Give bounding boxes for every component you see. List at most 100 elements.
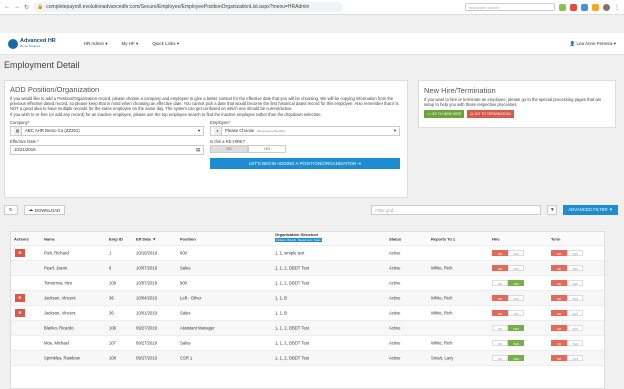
hire-toggle-yes[interactable]: YES [508, 265, 524, 271]
term-toggle-yes[interactable]: YES [567, 280, 583, 286]
cell-emp-id: 107 [109, 340, 116, 346]
hire-toggle-yes[interactable]: YES [508, 325, 524, 331]
cell-emp-id: 106 [109, 325, 116, 331]
hire-toggle-no[interactable]: NO [492, 325, 508, 331]
hire-toggle-no[interactable]: NO [492, 310, 508, 316]
reload-icon[interactable]: ↻ [24, 4, 29, 11]
hire-toggle: NO YES [492, 355, 524, 361]
hire-toggle-no[interactable]: NO [492, 295, 508, 301]
header-position[interactable]: Position [180, 236, 196, 241]
address-bar[interactable]: 🔒 completepayroll.evolutionadvancedhr.co… [33, 2, 344, 12]
hire-toggle-yes[interactable]: YES [508, 280, 524, 286]
app-logo[interactable]: Advanced HR Demo Tenance [8, 38, 56, 49]
cell-status: Active [389, 280, 401, 286]
hire-toggle-yes[interactable]: YES [508, 250, 524, 256]
term-toggle-yes[interactable]: YES [567, 265, 583, 271]
company-select[interactable]: ▦ ABC AHR Demo Co (ZZ201) ▾ [10, 125, 204, 136]
row-action-button[interactable]: R [15, 294, 25, 302]
hire-toggle-yes[interactable]: YES [508, 310, 524, 316]
term-toggle-yes[interactable]: YES [567, 310, 583, 316]
header-org[interactable]: Organization Structure Division, Branch, … [275, 232, 322, 242]
more-menu-icon[interactable]: ⋮ [614, 4, 620, 11]
rehire-no-toggle[interactable]: NO [210, 144, 248, 153]
hire-toggle-no[interactable]: NO [492, 265, 508, 271]
employee-select[interactable]: ● Please Choose (Represents BLANK) ▾ [210, 125, 400, 136]
cell-reports-to: Smart, Lacy [431, 355, 454, 361]
back-icon[interactable]: ← [4, 4, 10, 10]
cell-org: 1, 1, 2, DBDT Test [275, 265, 310, 271]
cell-name: Fish, Richard [44, 250, 69, 256]
hire-toggle-yes[interactable]: YES [508, 355, 524, 361]
term-toggle-no[interactable]: NO [551, 295, 567, 301]
filter-icon[interactable]: ▼ [547, 205, 558, 215]
extension-icon[interactable] [559, 3, 566, 11]
new-hire-button[interactable]: ☺ GO TO NEW HIRE [424, 110, 465, 119]
hire-toggle-no[interactable]: NO [492, 340, 508, 346]
header-status[interactable]: Status [389, 236, 401, 241]
refresh-button[interactable]: ↻ [4, 205, 18, 215]
cell-emp-id: 36 [109, 310, 114, 316]
grid-filter-input[interactable]: Filter grid... [371, 205, 542, 215]
termination-button[interactable]: ☹ GO TO TERMINATION [467, 110, 514, 119]
header-hire: Hire [492, 236, 500, 241]
user-menu[interactable]: 👤 Lea Anne Ferreira ▾ [570, 41, 616, 47]
cell-emp-id: 1 [109, 250, 112, 256]
forward-icon[interactable]: → [14, 4, 20, 10]
cell-position: Assistant Manager [180, 325, 215, 331]
table-row[interactable]: Sprinkles, Rainbow 108 09/27/2019 CSR 1 1, 1… [11, 351, 604, 366]
term-toggle-no[interactable]: NO [551, 310, 567, 316]
cell-eff-date: 10/01/2019 [136, 310, 157, 316]
logo-subtitle: Demo Tenance [20, 44, 41, 48]
menu-quick-links[interactable]: Quick Links ▾ [152, 41, 179, 47]
term-toggle: NO YES [551, 295, 583, 301]
hire-toggle-yes[interactable]: YES [508, 340, 524, 346]
table-row[interactable]: Pearl, Jason 6 10/07/2019 Sales 1, 1, 2, DBD… [11, 261, 604, 276]
extension-icon[interactable] [581, 3, 588, 11]
header-eff-date[interactable]: Eff Date ▼ [136, 236, 156, 241]
header-name[interactable]: Name [44, 236, 55, 241]
hire-toggle-no[interactable]: NO [492, 250, 508, 256]
term-toggle-no[interactable]: NO [551, 250, 567, 256]
menu-my-hf[interactable]: My HF ▾ [122, 41, 139, 47]
table-row[interactable]: Blanko, Ricardo 106 09/27/2019 Assistant Ma… [11, 321, 604, 336]
rehire-label: Is this a RE-HIRE? [210, 138, 246, 144]
extension-icon[interactable] [592, 3, 599, 11]
term-toggle-yes[interactable]: YES [567, 355, 583, 361]
download-button[interactable]: ☁ DOWNLOAD [23, 205, 66, 215]
term-toggle-no[interactable]: NO [551, 265, 567, 271]
term-toggle-yes[interactable]: YES [567, 250, 583, 256]
begin-adding-button[interactable]: LET'S BEGIN ADDING A POSITION/ORGANIZATI… [210, 157, 400, 169]
effective-date-input[interactable]: 10/21/2019 ▤ [10, 144, 204, 155]
rehire-yes-toggle[interactable]: YES [248, 144, 286, 153]
table-row[interactable]: R Fish, Richard 1 10/10/2019 900 1, 1, simple… [11, 246, 604, 261]
calendar-icon[interactable]: ▤ [196, 147, 200, 153]
table-row[interactable]: R Jackson, Vincent 36 10/04/2019 Left - Othe… [11, 291, 604, 306]
employee-search-input[interactable]: employee search [465, 3, 555, 11]
extension-icon[interactable] [570, 3, 577, 11]
profile-avatar[interactable] [603, 3, 610, 11]
hire-toggle-no[interactable]: NO [492, 355, 508, 361]
term-toggle-yes[interactable]: YES [567, 340, 583, 346]
cell-eff-date: 10/04/2019 [136, 295, 157, 301]
hire-toggle: NO YES [492, 325, 524, 331]
term-toggle-yes[interactable]: YES [567, 295, 583, 301]
term-toggle-yes[interactable]: YES [567, 325, 583, 331]
hire-toggle-yes[interactable]: YES [508, 295, 524, 301]
cell-org: 1, 1, 2, DBDT Test [275, 280, 310, 286]
menu-hr-admin[interactable]: HR Admin ▾ [84, 41, 108, 47]
term-toggle-no[interactable]: NO [551, 280, 567, 286]
refresh-icon: ↻ [9, 207, 13, 212]
row-action-button[interactable]: R [15, 249, 25, 257]
row-action-button[interactable]: R [15, 309, 25, 317]
table-row[interactable]: R Jackson, Vincent 36 10/01/2019 Sales 1, 1, … [11, 306, 604, 321]
cell-status: Active [389, 265, 401, 271]
term-toggle-no[interactable]: NO [551, 340, 567, 346]
advanced-filter-button[interactable]: ADVANCED FILTER ▼ [563, 205, 618, 215]
term-toggle-no[interactable]: NO [551, 355, 567, 361]
header-emp-id[interactable]: Emp ID [109, 236, 123, 241]
header-reports-to[interactable]: Reports To 1 [431, 236, 455, 241]
table-row[interactable]: Tomorrow, Hire 109 10/07/2019 900 1, 1, 2, D… [11, 276, 604, 291]
table-row[interactable]: Moe, Michael 107 09/27/2019 Sales 1, 1, 2, D… [11, 336, 604, 351]
term-toggle-no[interactable]: NO [551, 325, 567, 331]
hire-toggle-no[interactable]: NO [492, 280, 508, 286]
